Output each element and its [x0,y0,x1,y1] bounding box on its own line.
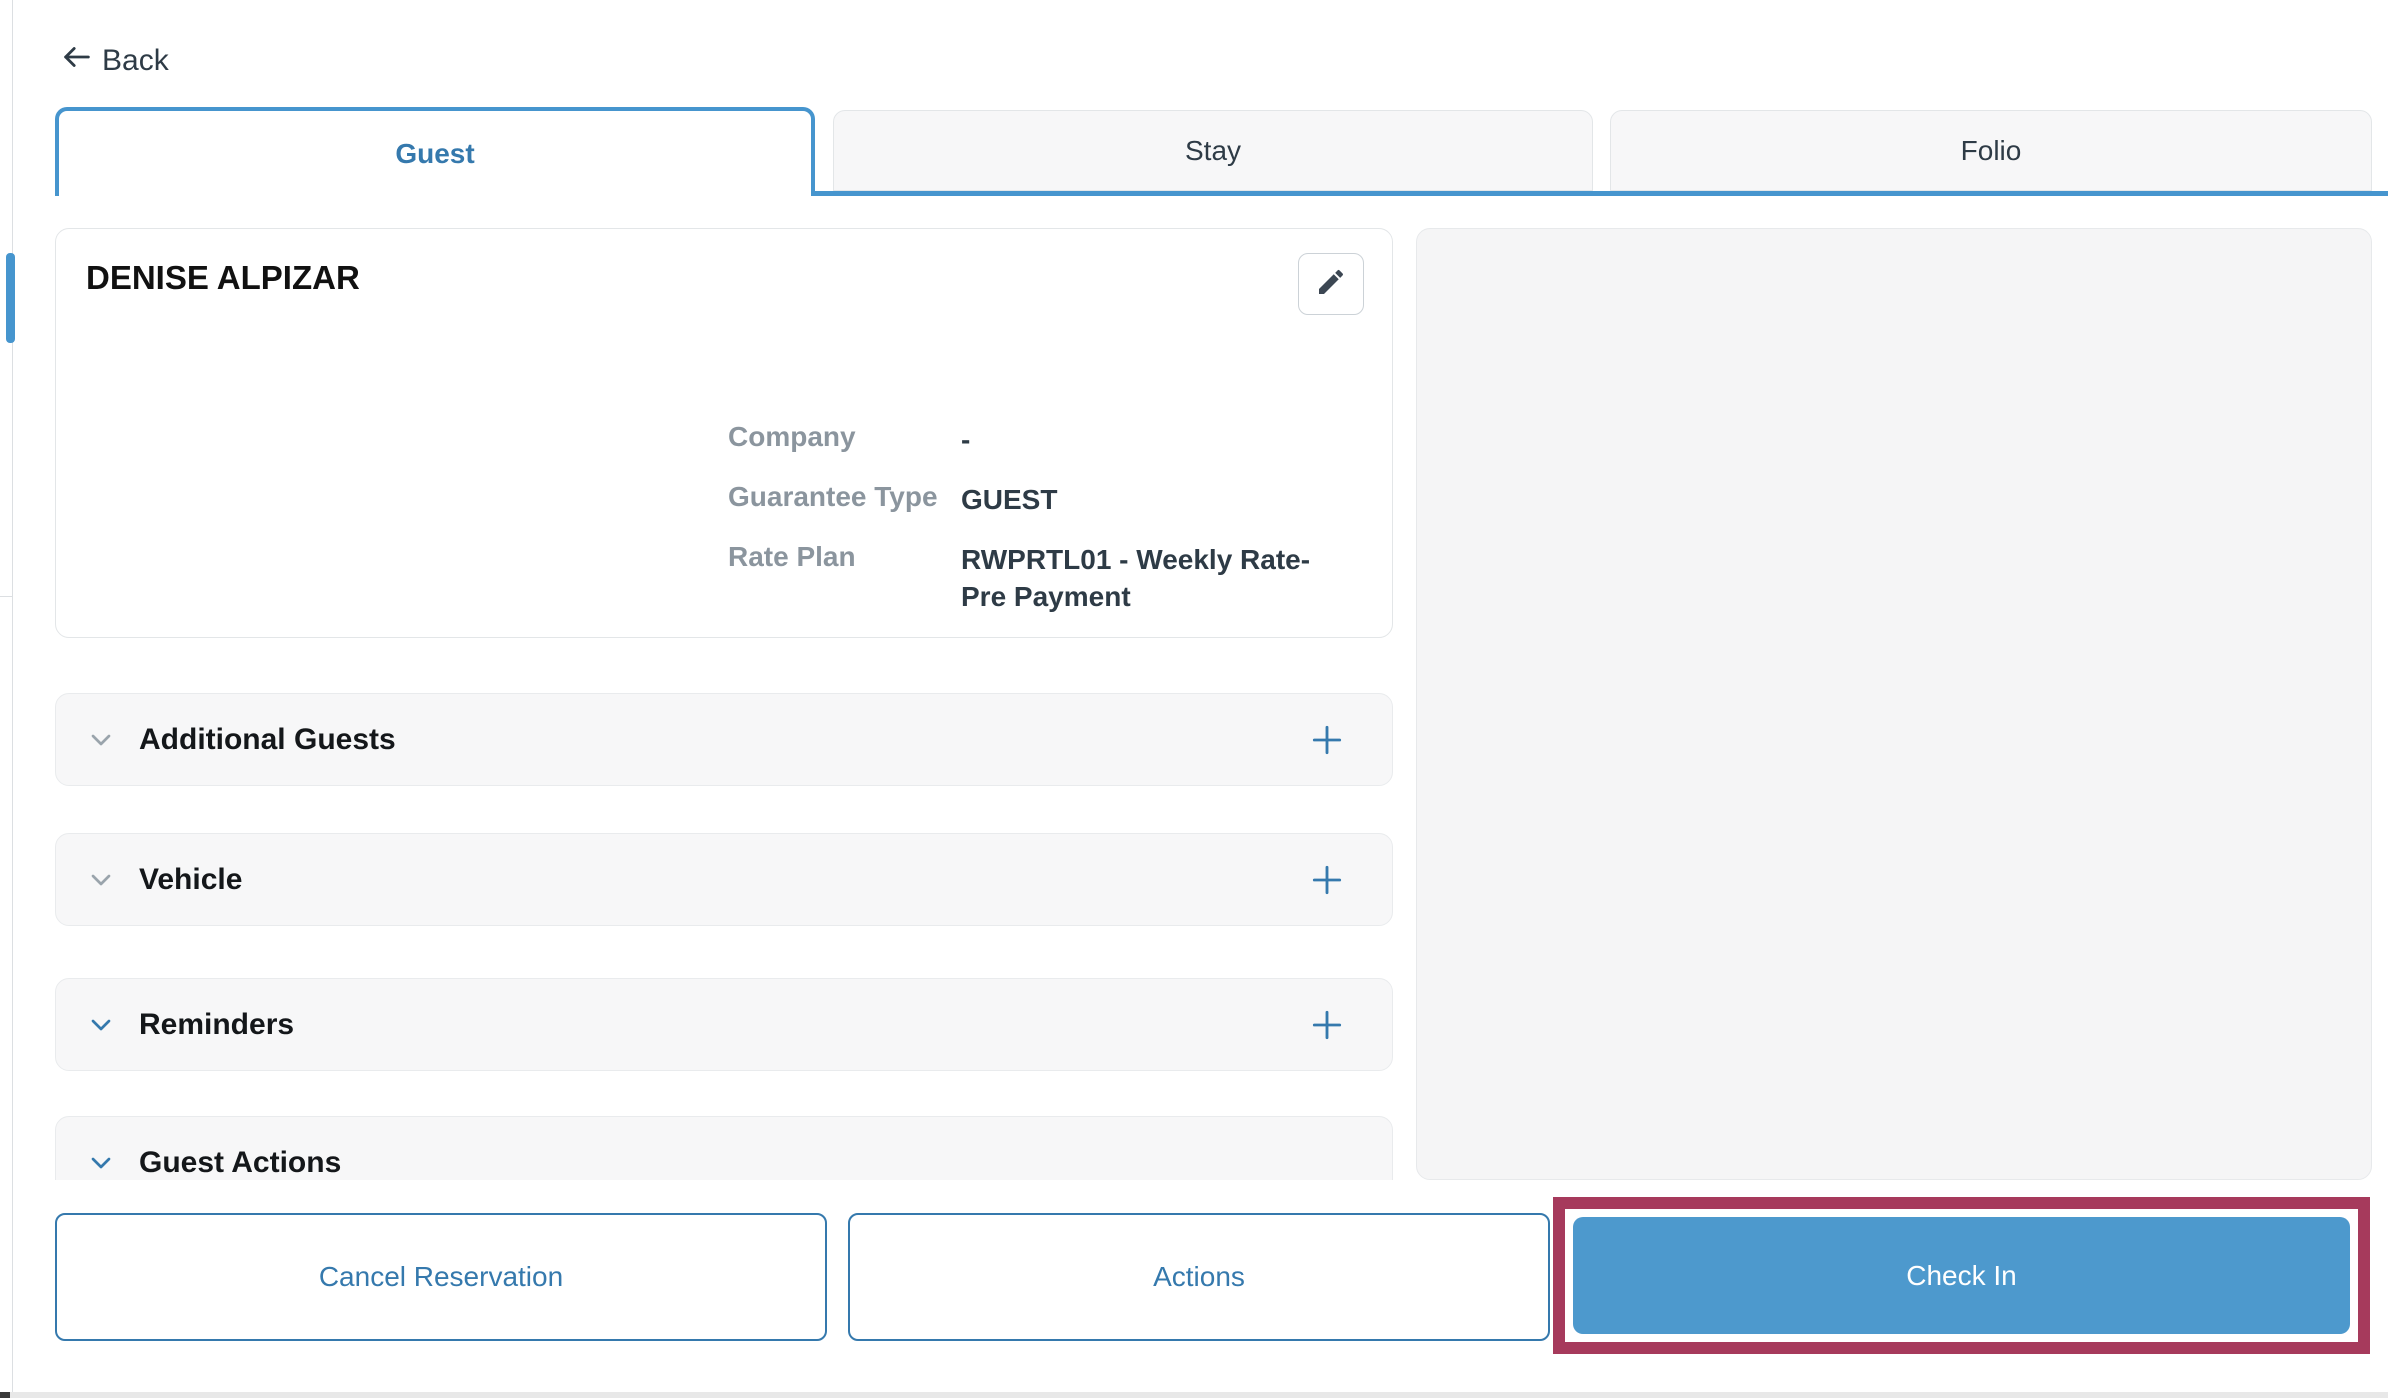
company-value: - [961,421,1361,459]
rate-plan-value: RWPRTL01 - Weekly Rate- Pre Payment [961,541,1361,617]
chevron-down-icon[interactable] [85,1009,117,1041]
plus-icon[interactable] [1308,721,1346,759]
checkin-highlight-annotation: Check In [1553,1197,2370,1354]
section-guest-actions-clipped: Guest Actions [55,1116,1393,1180]
chevron-down-icon[interactable] [85,724,117,756]
check-in-label: Check In [1906,1260,2017,1292]
bottom-left-dark-corner [0,1392,10,1398]
tab-folio-label: Folio [1961,135,2022,167]
tab-underline [811,191,2388,196]
reservation-detail-page: Back Guest Stay Folio DENISE ALPIZAR Com… [0,0,2388,1398]
page-edge-line [12,0,13,1398]
plus-icon[interactable] [1308,861,1346,899]
cancel-reservation-label: Cancel Reservation [319,1261,563,1293]
guarantee-type-label: Guarantee Type [728,481,961,513]
info-row-rate-plan: Rate Plan RWPRTL01 - Weekly Rate- Pre Pa… [728,541,1361,617]
section-additional-guests[interactable]: Additional Guests [55,693,1393,786]
back-label: Back [102,44,169,78]
section-title: Guest Actions [139,1146,341,1180]
left-edge-accent-bar [6,253,15,343]
plus-icon[interactable] [1308,1006,1346,1044]
section-title: Vehicle [139,863,242,897]
tab-stay[interactable]: Stay [833,110,1593,191]
bottom-page-band [0,1392,2388,1398]
section-vehicle[interactable]: Vehicle [55,833,1393,926]
company-label: Company [728,421,961,453]
section-title: Additional Guests [139,723,396,757]
guarantee-type-value: GUEST [961,481,1361,519]
arrow-left-icon [60,40,94,82]
section-title: Reminders [139,1008,294,1042]
detail-side-panel [1416,228,2372,1180]
tab-guest-label: Guest [395,138,474,170]
guest-name: DENISE ALPIZAR [86,259,360,297]
cancel-reservation-button[interactable]: Cancel Reservation [55,1213,827,1341]
actions-button[interactable]: Actions [848,1213,1550,1341]
pencil-icon [1315,266,1347,303]
actions-label: Actions [1153,1261,1245,1293]
section-reminders[interactable]: Reminders [55,978,1393,1071]
info-row-company: Company - [728,421,1361,459]
edit-guest-button[interactable] [1298,253,1364,315]
reservation-info: Company - Guarantee Type GUEST Rate Plan… [728,421,1361,616]
section-guest-actions[interactable]: Guest Actions [55,1116,1393,1180]
back-button[interactable]: Back [60,40,169,82]
rate-plan-label: Rate Plan [728,541,961,573]
tab-guest[interactable]: Guest [55,107,815,196]
page-edge-divider [0,596,13,597]
chevron-down-icon[interactable] [85,1147,117,1179]
tab-folio[interactable]: Folio [1610,110,2372,191]
check-in-button[interactable]: Check In [1573,1217,2350,1334]
info-row-guarantee-type: Guarantee Type GUEST [728,481,1361,519]
tab-stay-label: Stay [1185,135,1241,167]
chevron-down-icon[interactable] [85,864,117,896]
guest-summary-card: DENISE ALPIZAR Company - Guarantee Type … [55,228,1393,638]
